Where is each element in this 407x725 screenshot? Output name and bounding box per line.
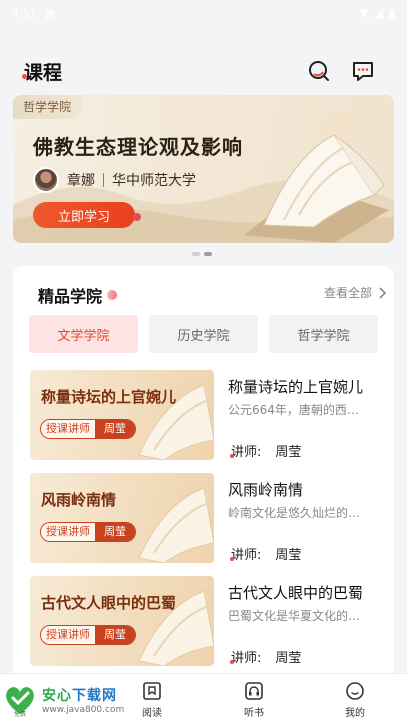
book-illustration [138, 590, 214, 666]
anxin-logo-icon: 免费 [6, 687, 34, 718]
avatar [33, 167, 59, 193]
nav-label: 阅读 [142, 708, 162, 719]
course-banner[interactable]: 哲学学院 佛教生态理论观及影响 章娜 华中师范大学 立即学习 [13, 95, 394, 243]
tab-history[interactable]: 历史学院 [149, 315, 258, 353]
course-teacher: 讲师: 周莹 [231, 544, 301, 563]
teacher-label: 讲师: [231, 651, 262, 666]
nav-label: 我的 [345, 708, 365, 719]
course-item[interactable]: 风雨岭南情 授课讲师 周莹 风雨岭南情 岭南文化是悠久灿烂的… 讲师: 周莹 [30, 473, 390, 563]
course-title: 古代文人眼中的巴蜀 [228, 584, 364, 602]
watermark-main-b: 下载网 [72, 688, 117, 704]
nav-item-mine[interactable]: 我的 [325, 680, 385, 719]
course-teacher: 讲师: 周莹 [231, 441, 301, 460]
badge-label: 授课讲师 [41, 626, 95, 644]
badge-name: 周莹 [95, 523, 135, 541]
carousel-dot-active [204, 252, 212, 256]
nav-item-read[interactable]: 阅读 [122, 680, 182, 719]
badge-name: 周莹 [95, 420, 135, 438]
banner-teacher-name: 章娜 [67, 173, 95, 189]
view-all-label: 查看全部 [323, 286, 372, 300]
bookmark-icon [141, 680, 163, 702]
lecturer-badge: 授课讲师 周莹 [40, 625, 136, 645]
smile-icon [344, 680, 366, 702]
teacher-name: 周莹 [275, 548, 302, 563]
nav-label: 听书 [244, 708, 264, 719]
divider [103, 173, 104, 187]
premium-college-section: 精品学院 查看全部 文学学院 历史学院 哲学学院 称量诗坛的上官婉儿 授课讲师 … [13, 266, 394, 686]
lecturer-badge: 授课讲师 周莹 [40, 522, 136, 542]
course-thumbnail: 风雨岭南情 授课讲师 周莹 [30, 473, 214, 563]
college-tabs: 文学学院 历史学院 哲学学院 [29, 315, 378, 353]
teacher-name: 周莹 [275, 445, 302, 460]
course-title: 风雨岭南情 [228, 481, 304, 499]
lecturer-badge: 授课讲师 周莹 [40, 419, 136, 439]
chevron-right-icon [379, 286, 386, 299]
watermark-main-a: 安心 [42, 688, 72, 704]
teacher-name: 周莹 [275, 651, 302, 666]
status-bar: 4:51 ▩ ▼ ◢ ▮ [0, 0, 407, 26]
section-accent-dot [107, 290, 117, 300]
book-illustration [138, 487, 214, 563]
logo-text: 免费 [14, 710, 26, 718]
watermark: 免费 安心下载网 www.java800.com [0, 678, 126, 722]
teacher-accent-dot [230, 557, 234, 561]
title-accent-dot [22, 74, 27, 79]
message-icon[interactable] [350, 58, 376, 84]
watermark-url: www.java800.com [42, 705, 125, 715]
course-teacher: 讲师: 周莹 [231, 647, 301, 666]
wifi-icon: ▼ [360, 6, 369, 20]
banner-tag: 哲学学院 [13, 95, 82, 119]
course-item[interactable]: 古代文人眼中的巴蜀 授课讲师 周莹 古代文人眼中的巴蜀 巴蜀文化是华夏文化的… … [30, 576, 390, 666]
search-icon[interactable] [306, 58, 332, 84]
page-title: 课程 [24, 62, 63, 84]
thumbnail-title: 古代文人眼中的巴蜀 [41, 594, 177, 612]
book-illustration [244, 134, 389, 243]
book-illustration [138, 384, 214, 460]
teacher-label: 讲师: [231, 445, 262, 460]
button-accent-dot [133, 213, 141, 221]
teacher-label: 讲师: [231, 548, 262, 563]
course-thumbnail: 古代文人眼中的巴蜀 授课讲师 周莹 [30, 576, 214, 666]
headphones-icon [243, 680, 265, 702]
view-all-link[interactable]: 查看全部 [324, 284, 386, 301]
section-title: 精品学院 [38, 287, 103, 306]
carousel-dot [192, 252, 200, 256]
carousel-indicator [192, 252, 212, 256]
battery-icon: ▮ [388, 6, 395, 20]
tab-literature[interactable]: 文学学院 [29, 315, 138, 353]
course-title: 称量诗坛的上官婉儿 [228, 378, 364, 396]
status-time: 4:51 [12, 6, 37, 20]
header: 课程 [0, 50, 407, 90]
teacher-accent-dot [230, 660, 234, 664]
course-thumbnail: 称量诗坛的上官婉儿 授课讲师 周莹 [30, 370, 214, 460]
banner-title: 佛教生态理论观及影响 [33, 135, 243, 159]
notification-icon: ▩ [44, 6, 56, 20]
thumbnail-title: 风雨岭南情 [41, 491, 117, 509]
badge-name: 周莹 [95, 626, 135, 644]
course-description: 巴蜀文化是华夏文化的… [228, 609, 361, 623]
course-item[interactable]: 称量诗坛的上官婉儿 授课讲师 周莹 称量诗坛的上官婉儿 公元664年，唐朝的西…… [30, 370, 390, 460]
signal-icon: ◢ [374, 6, 383, 20]
badge-label: 授课讲师 [41, 523, 95, 541]
course-description: 公元664年，唐朝的西… [228, 403, 359, 417]
badge-label: 授课讲师 [41, 420, 95, 438]
course-description: 岭南文化是悠久灿烂的… [228, 506, 361, 520]
thumbnail-title: 称量诗坛的上官婉儿 [41, 388, 177, 406]
nav-item-listen[interactable]: 听书 [224, 680, 284, 719]
teacher-accent-dot [230, 454, 234, 458]
banner-teacher: 章娜 华中师范大学 [33, 167, 196, 193]
tab-philosophy[interactable]: 哲学学院 [269, 315, 378, 353]
banner-school: 华中师范大学 [112, 173, 196, 189]
study-now-button[interactable]: 立即学习 [33, 202, 135, 228]
